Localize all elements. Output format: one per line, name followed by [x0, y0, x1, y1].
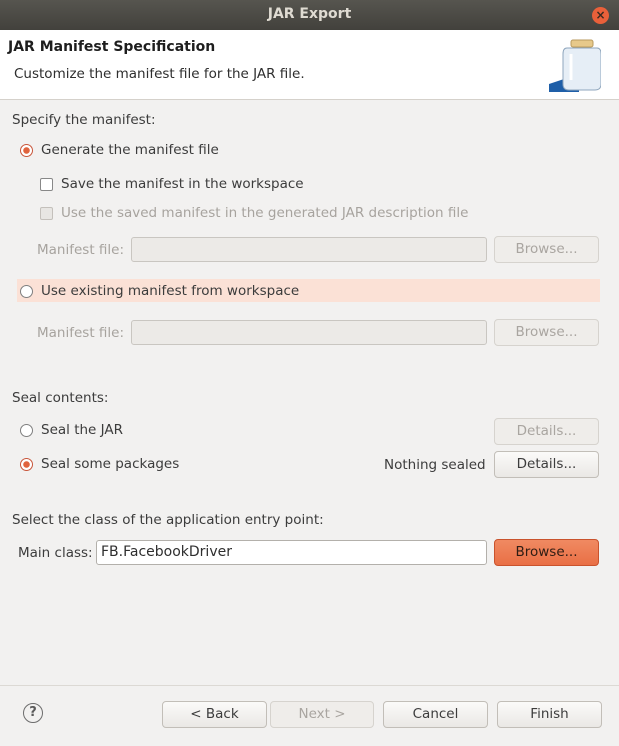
back-button[interactable]: < Back: [162, 701, 267, 728]
main-class-input[interactable]: FB.FacebookDriver: [96, 540, 487, 565]
seal-jar-radio[interactable]: [20, 424, 33, 437]
seal-contents-label: Seal contents:: [12, 390, 109, 406]
manifest-browse-button-2: Browse...: [494, 319, 599, 346]
page-title: JAR Manifest Specification: [8, 39, 216, 55]
manifest-file-field: [131, 237, 487, 262]
help-icon[interactable]: ?: [23, 703, 43, 723]
page-subtitle: Customize the manifest file for the JAR …: [14, 66, 305, 82]
generate-manifest-radio[interactable]: [20, 144, 33, 157]
manifest-browse-button: Browse...: [494, 236, 599, 263]
close-icon[interactable]: ×: [592, 7, 609, 24]
use-saved-manifest-label: Use the saved manifest in the generated …: [61, 205, 469, 221]
window-title: JAR Export: [267, 6, 352, 22]
seal-jar-label[interactable]: Seal the JAR: [41, 422, 123, 438]
footer-divider: [0, 685, 619, 686]
manifest-file-field-2: [131, 320, 487, 345]
seal-some-packages-label[interactable]: Seal some packages: [41, 456, 179, 472]
main-class-label: Main class:: [18, 545, 93, 561]
cancel-button[interactable]: Cancel: [383, 701, 488, 728]
jar-export-dialog: JAR Export × JAR Manifest Specification …: [0, 0, 619, 746]
save-manifest-label[interactable]: Save the manifest in the workspace: [61, 176, 304, 192]
jar-icon: [549, 39, 601, 92]
entry-point-label: Select the class of the application entr…: [12, 512, 324, 528]
title-bar: JAR Export ×: [0, 0, 619, 30]
save-manifest-checkbox[interactable]: [40, 178, 53, 191]
specify-manifest-label: Specify the manifest:: [12, 112, 156, 128]
wizard-header: JAR Manifest Specification Customize the…: [0, 30, 619, 100]
finish-button[interactable]: Finish: [497, 701, 602, 728]
manifest-file-label: Manifest file:: [37, 242, 125, 258]
seal-packages-details-button[interactable]: Details...: [494, 451, 599, 478]
seal-jar-details-button: Details...: [494, 418, 599, 445]
next-button: Next >: [270, 701, 374, 728]
generate-manifest-label[interactable]: Generate the manifest file: [41, 142, 219, 158]
use-existing-manifest-radio[interactable]: [20, 285, 33, 298]
use-saved-manifest-checkbox: [40, 207, 53, 220]
use-existing-manifest-label[interactable]: Use existing manifest from workspace: [41, 283, 299, 299]
nothing-sealed-status: Nothing sealed: [384, 457, 486, 473]
manifest-file-label-2: Manifest file:: [37, 325, 125, 341]
main-class-browse-button[interactable]: Browse...: [494, 539, 599, 566]
seal-some-packages-radio[interactable]: [20, 458, 33, 471]
